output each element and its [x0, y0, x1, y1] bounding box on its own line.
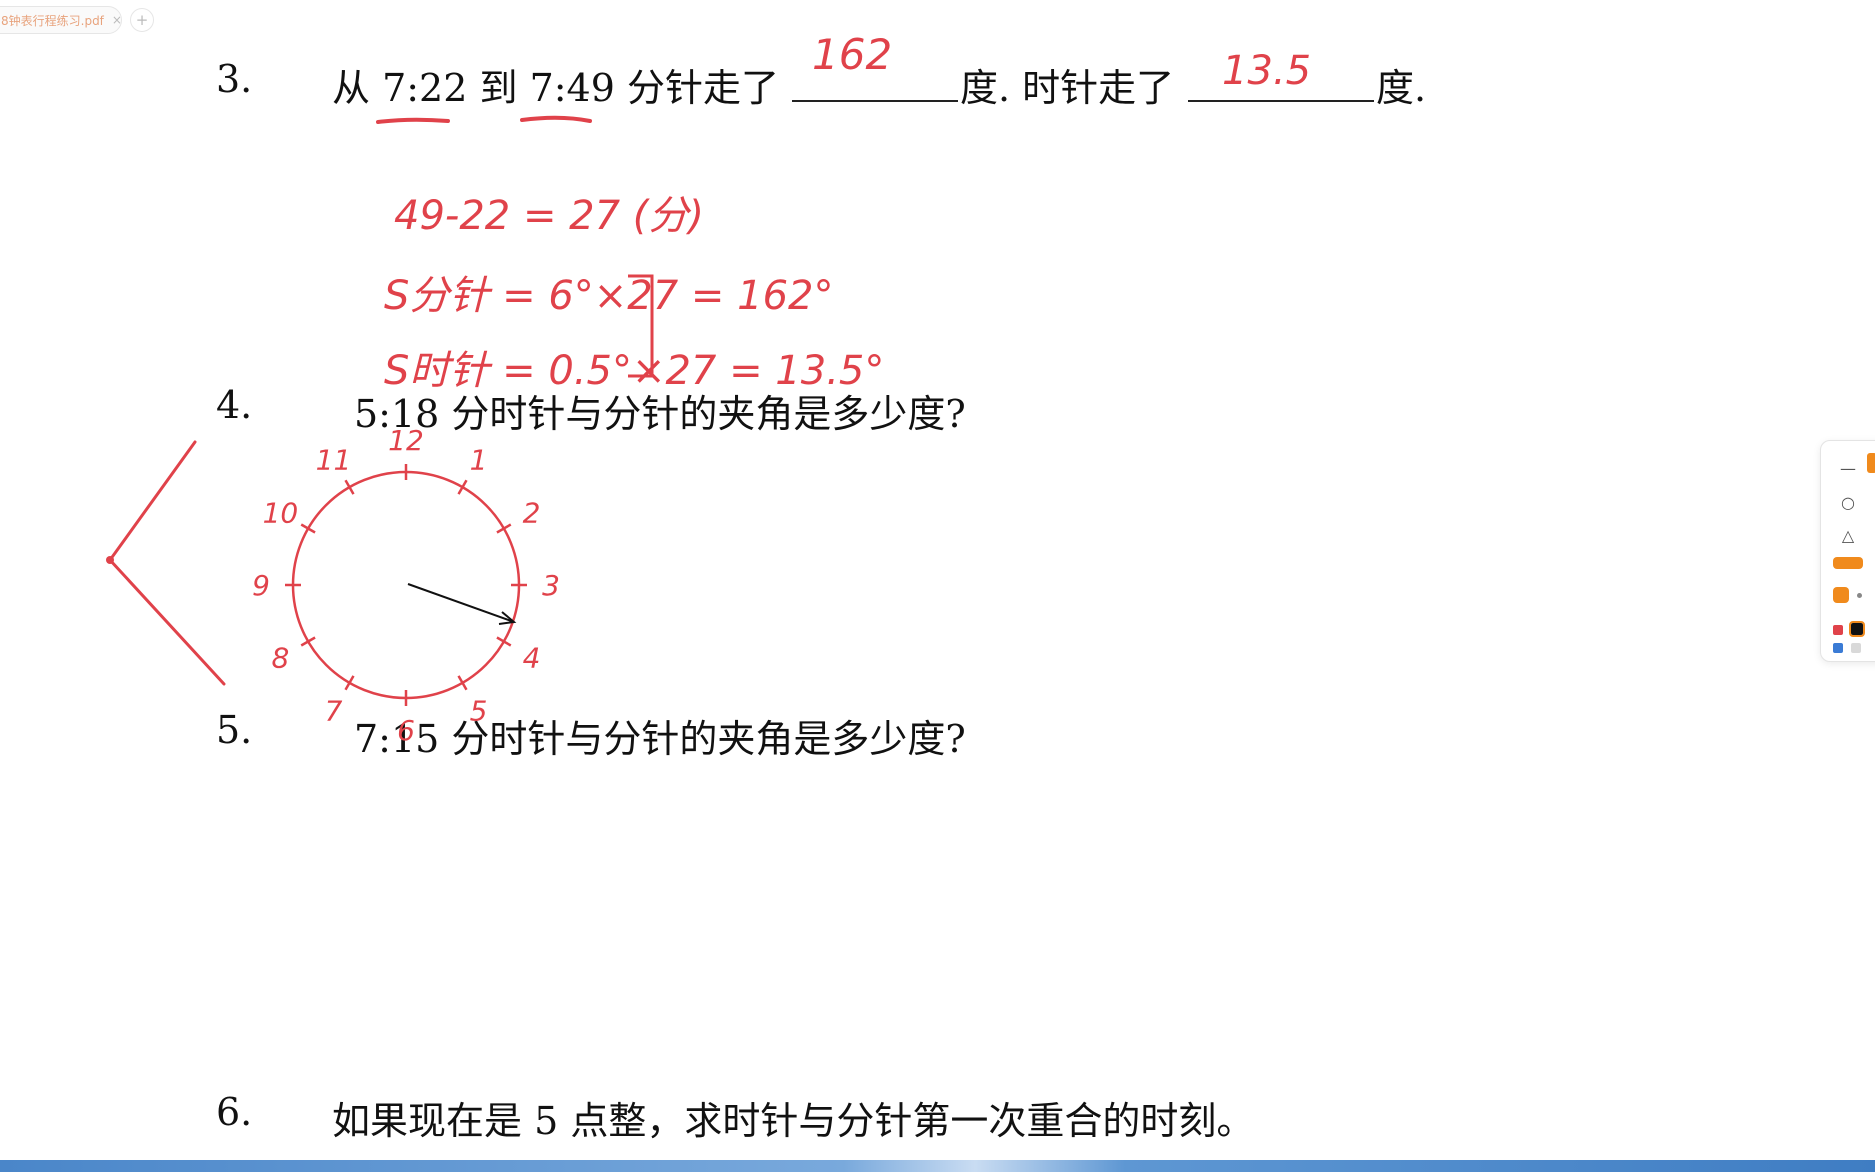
angle-mark — [108, 440, 226, 686]
fill-option[interactable] — [1833, 587, 1849, 603]
color-swatch-black[interactable] — [1849, 621, 1865, 637]
clock-tick — [496, 636, 512, 647]
clock-number: 12 — [388, 424, 424, 457]
line-tool-icon[interactable]: — — [1837, 457, 1859, 479]
clock-tick — [457, 479, 468, 495]
clock-number: 1 — [470, 443, 488, 476]
clock-tick — [496, 523, 512, 534]
clock-tick — [300, 636, 316, 647]
color-swatch-blue[interactable] — [1833, 643, 1843, 653]
clock-number: 7 — [325, 695, 343, 728]
toolbar-active-indicator — [1867, 453, 1875, 473]
underline-mark — [520, 115, 592, 123]
bottom-status-bar — [0, 1160, 1875, 1172]
clock-number: 9 — [252, 569, 270, 602]
clock-hand — [407, 583, 515, 623]
angle-vertex — [106, 556, 114, 564]
color-swatch-red[interactable] — [1833, 625, 1843, 635]
clock-number: 6 — [397, 714, 415, 747]
clock-number: 11 — [316, 443, 352, 476]
clock-number: 10 — [263, 497, 299, 530]
clock-tick — [300, 523, 316, 534]
clock-number: 4 — [523, 642, 541, 675]
clock-tick — [457, 675, 468, 691]
drawing-toolbar: — ○ △ — [1820, 440, 1875, 662]
stroke-width-option[interactable] — [1833, 557, 1863, 569]
clock-face — [291, 470, 521, 700]
clock-drawing: 121234567891011 — [252, 424, 560, 747]
clock-number: 8 — [272, 642, 290, 675]
bracket-mark — [628, 274, 654, 378]
clock-number: 3 — [542, 569, 560, 602]
triangle-tool-icon[interactable]: △ — [1837, 524, 1859, 546]
clock-number: 2 — [523, 497, 541, 530]
clock-tick — [344, 479, 355, 495]
clock-tick — [344, 675, 355, 691]
underline-mark — [376, 117, 450, 124]
ink-annotations: 121234567891011 — [106, 115, 654, 747]
color-swatch-gray[interactable] — [1851, 643, 1861, 653]
dot-option[interactable] — [1857, 593, 1862, 598]
circle-tool-icon[interactable]: ○ — [1837, 491, 1859, 513]
clock-number: 5 — [470, 695, 488, 728]
clock-ticks — [285, 464, 527, 706]
